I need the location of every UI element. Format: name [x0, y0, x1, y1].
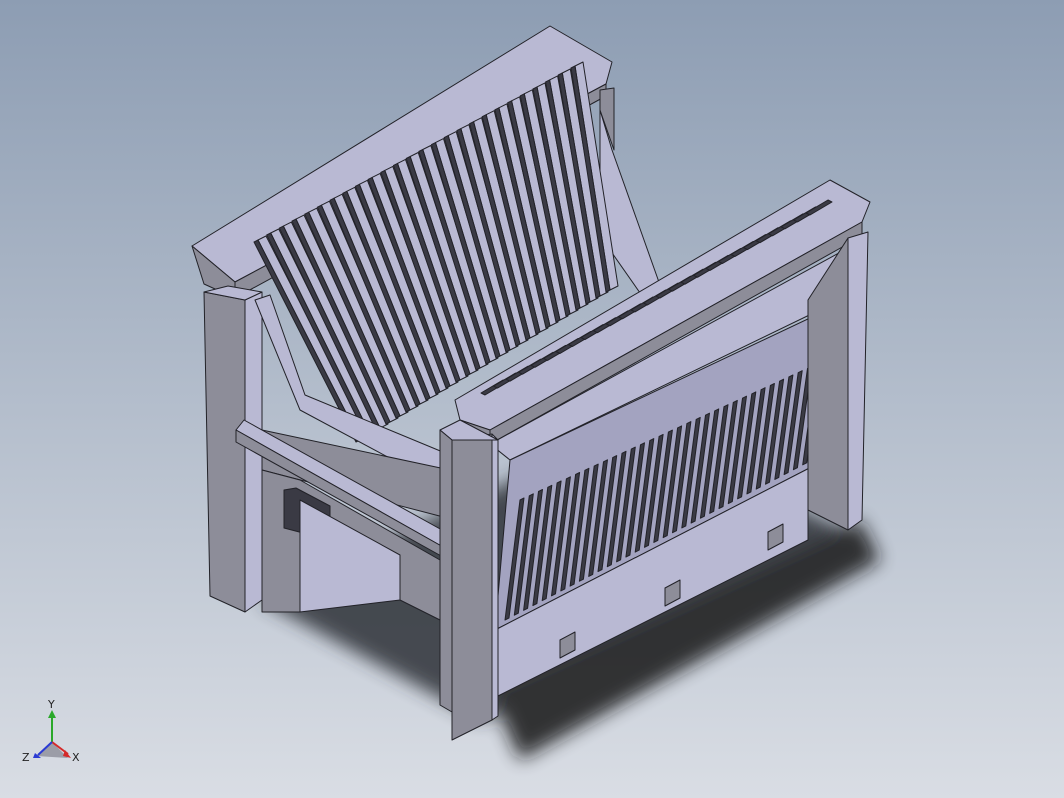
front-post-outer-face — [451, 433, 493, 741]
axis-triad: Y X Z — [22, 700, 80, 764]
front-left-end-post[interactable] — [439, 419, 499, 741]
y-axis-arrow — [48, 710, 56, 718]
left-post-outer-face — [203, 291, 246, 613]
y-axis-label: Y — [47, 700, 55, 711]
front-post-side-face — [491, 433, 499, 721]
x-axis-label: X — [72, 751, 80, 764]
model-view[interactable] — [0, 0, 1064, 798]
z-axis-label: Z — [22, 751, 30, 764]
front-post-left-face — [439, 429, 453, 713]
graphics-viewport[interactable]: Y X Z — [0, 0, 1064, 798]
